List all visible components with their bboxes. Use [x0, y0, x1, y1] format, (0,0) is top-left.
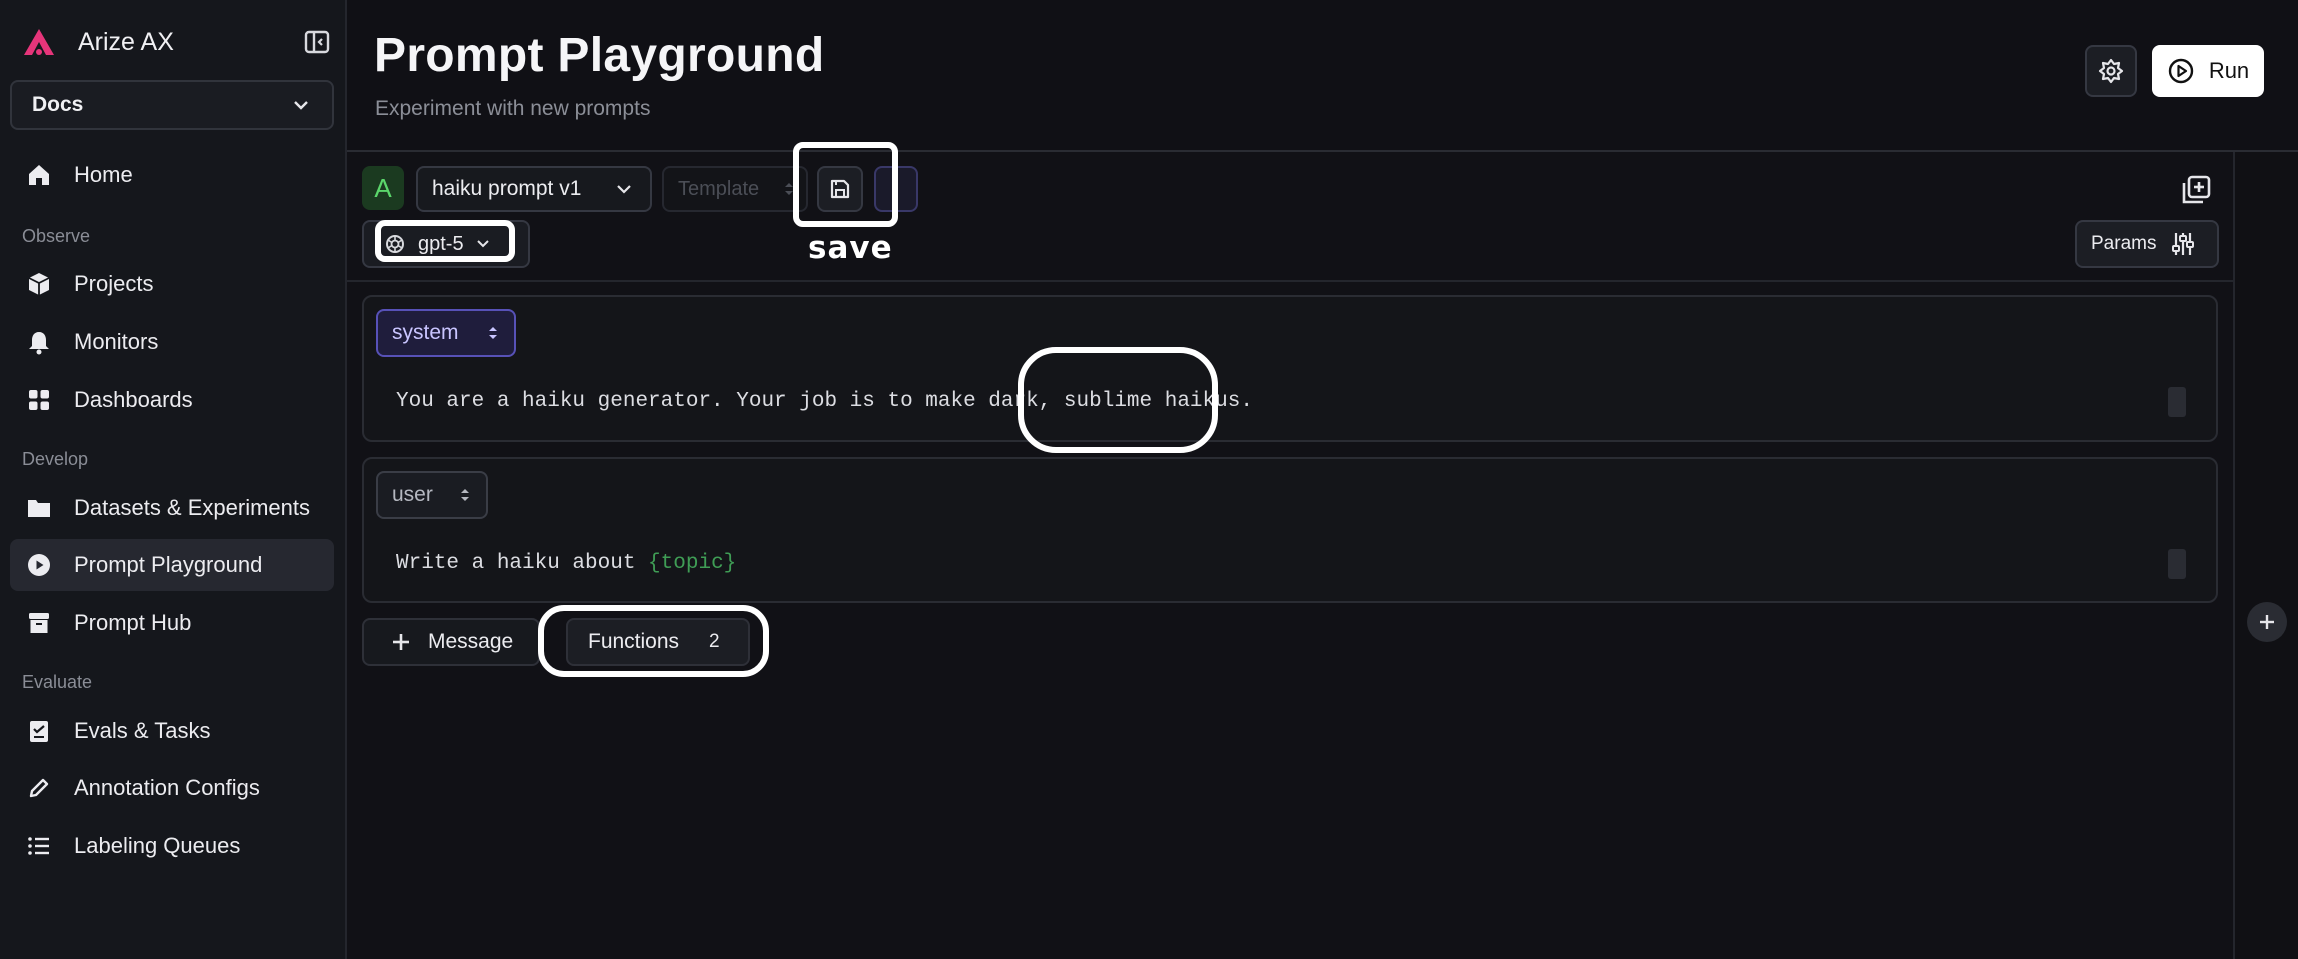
model-select-label: gpt-5: [418, 232, 464, 255]
params-label: Params: [2091, 233, 2157, 254]
space-select[interactable]: Docs: [10, 80, 334, 130]
sidebar-item-annotation-configs[interactable]: Annotation Configs: [10, 762, 334, 814]
sidebar-collapse-icon[interactable]: [302, 27, 332, 57]
role-label: user: [392, 483, 433, 506]
functions-label: Functions: [588, 630, 680, 653]
sidebar-item-projects[interactable]: Projects: [10, 258, 334, 310]
plus-icon: [390, 631, 412, 653]
list-icon: [24, 831, 54, 861]
checklist-icon: [24, 716, 54, 746]
message-resize-handle[interactable]: [2168, 549, 2186, 579]
sidebar-item-label: Dashboards: [74, 387, 193, 412]
up-down-chevron-icon: [458, 485, 472, 505]
role-label: system: [392, 321, 459, 344]
sidebar-item-datasets[interactable]: Datasets & Experiments: [10, 482, 334, 534]
save-button[interactable]: [817, 166, 863, 212]
template-select[interactable]: Template: [662, 166, 808, 212]
page-subtitle: Experiment with new prompts: [375, 97, 651, 120]
save-icon: [828, 177, 852, 201]
variable-brace-open: {: [648, 552, 661, 575]
sidebar: Arize AX Docs Home Observe Projects Moni…: [0, 0, 347, 959]
message-text[interactable]: You are a haiku generator. Your job is t…: [396, 390, 1253, 413]
sidebar-item-label: Labeling Queues: [74, 833, 241, 858]
sidebar-item-label: Datasets & Experiments: [74, 495, 310, 520]
space-select-label: Docs: [32, 93, 84, 116]
play-icon: [2167, 57, 2195, 85]
model-select[interactable]: gpt-5: [362, 220, 530, 268]
role-select[interactable]: user: [376, 471, 488, 519]
sidebar-item-home[interactable]: Home: [10, 149, 334, 201]
functions-count-badge: 2: [709, 631, 720, 652]
functions-button[interactable]: Functions 2: [566, 618, 750, 666]
sidebar-item-monitors[interactable]: Monitors: [10, 316, 334, 368]
chevron-down-icon: [292, 99, 310, 111]
sidebar-item-label: Prompt Hub: [74, 610, 192, 635]
sidebar-item-label: Prompt Playground: [74, 552, 263, 577]
sidebar-item-label: Projects: [74, 271, 154, 296]
message-resize-handle[interactable]: [2168, 387, 2186, 417]
up-down-chevron-icon: [782, 179, 796, 199]
archive-icon: [24, 608, 54, 638]
plus-icon: [2256, 611, 2278, 633]
play-circle-icon: [24, 550, 54, 580]
prompt-select[interactable]: haiku prompt v1: [416, 166, 652, 212]
sidebar-item-label: Annotation Configs: [74, 775, 260, 800]
up-down-chevron-icon: [486, 323, 500, 343]
variable-brace-close: }: [723, 552, 737, 575]
sidebar-item-evals[interactable]: Evals & Tasks: [10, 705, 334, 757]
sliders-icon: [2170, 230, 2196, 258]
settings-flower-icon: [2097, 57, 2125, 85]
home-icon: [24, 160, 54, 190]
nav-section-develop: Develop: [22, 449, 89, 469]
brand[interactable]: Arize AX: [22, 22, 174, 62]
run-button[interactable]: Run: [2152, 45, 2264, 97]
openai-icon: [384, 233, 406, 255]
sidebar-item-label: Evals & Tasks: [74, 718, 211, 743]
template-placeholder: Template: [678, 177, 760, 200]
prompt-letter-badge: A: [362, 166, 404, 210]
sidebar-item-prompt-hub[interactable]: Prompt Hub: [10, 597, 334, 649]
grid-icon: [24, 385, 54, 415]
add-message-label: Message: [428, 630, 514, 653]
add-message-button[interactable]: Message: [362, 618, 540, 666]
params-button[interactable]: Params: [2075, 220, 2219, 268]
toolbar-divider: [347, 280, 2233, 282]
page-title: Prompt Playground: [374, 29, 825, 82]
run-label: Run: [2208, 58, 2250, 83]
brand-name: Arize AX: [78, 27, 174, 56]
role-select[interactable]: system: [376, 309, 516, 357]
message-card-system: system You are a haiku generator. Your j…: [362, 295, 2218, 442]
sidebar-item-label: Monitors: [74, 329, 159, 354]
folder-icon: [24, 493, 54, 523]
sidebar-item-labeling-queues[interactable]: Labeling Queues: [10, 820, 334, 872]
message-text[interactable]: Write a haiku about {topic}: [396, 552, 736, 575]
message-card-user: user Write a haiku about {topic}: [362, 457, 2218, 603]
template-variable: topic: [660, 552, 724, 575]
copy-add-icon[interactable]: [2178, 172, 2214, 208]
chevron-down-icon: [476, 239, 490, 249]
nav-section-evaluate: Evaluate: [22, 672, 93, 692]
sidebar-item-label: Home: [74, 162, 133, 187]
settings-button[interactable]: [2085, 45, 2137, 97]
nav-section-observe: Observe: [22, 226, 91, 246]
sidebar-item-prompt-playground[interactable]: Prompt Playground: [10, 539, 334, 591]
more-options-button[interactable]: [874, 166, 918, 212]
add-prompt-panel-button[interactable]: [2247, 602, 2287, 642]
more-icon: [891, 181, 901, 197]
cube-icon: [24, 269, 54, 299]
pencil-icon: [24, 773, 54, 803]
bell-icon: [24, 327, 54, 357]
sidebar-item-dashboards[interactable]: Dashboards: [10, 374, 334, 426]
prompt-select-label: haiku prompt v1: [432, 177, 582, 200]
arize-logo-icon: [22, 27, 56, 57]
message-text-prefix: Write a haiku about: [396, 552, 649, 575]
save-caption: save: [808, 230, 893, 266]
right-rail: [2233, 152, 2298, 959]
chevron-down-icon: [616, 184, 632, 194]
